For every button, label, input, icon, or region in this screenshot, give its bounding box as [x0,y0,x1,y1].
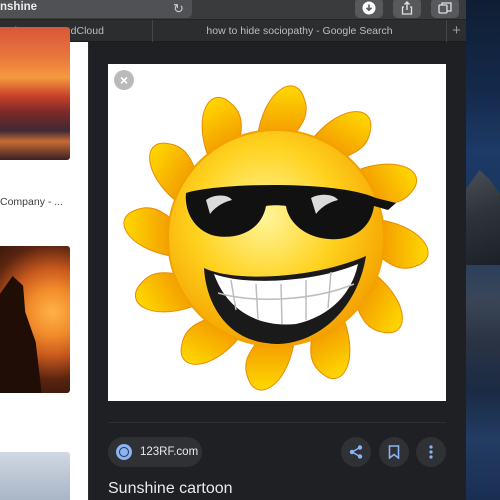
reload-icon[interactable]: ↻ [173,1,184,17]
divider [108,422,446,423]
result-title[interactable]: Sunshine cartoon [108,480,233,498]
save-button[interactable] [379,437,409,467]
source-label: 123RF.com [140,446,199,458]
close-preview-button[interactable]: × [114,70,134,90]
download-button[interactable] [355,0,383,18]
share-icon [401,1,413,15]
browser-toolbar: nshine ↻ [0,0,466,20]
bookmark-icon [388,445,400,459]
share-toolbar-button[interactable] [393,0,421,18]
tab-google-search[interactable]: how to hide sociopathy - Google Search [152,20,446,42]
address-text: nshine [0,1,38,13]
preview-image-sun-cartoon[interactable] [108,64,446,401]
address-bar[interactable]: nshine ↻ [0,0,192,18]
tabs-overview-icon [438,2,452,14]
sun-cartoon-illustration [123,85,429,391]
result-caption[interactable]: Company - ... [0,196,63,208]
source-chip[interactable]: 123RF.com [108,437,202,467]
globe-icon [116,444,132,460]
desktop-wallpaper [466,0,500,500]
download-icon [362,1,376,15]
tabs-overview-button[interactable] [431,0,459,18]
more-vertical-icon [429,445,433,459]
more-options-button[interactable] [416,437,446,467]
result-thumbnail-silhouette[interactable] [0,246,70,393]
result-thumbnail-sunset[interactable] [0,27,70,160]
share-icon [349,445,363,459]
tab-label: how to hide sociopathy - Google Search [206,25,393,37]
result-thumbnail[interactable] [0,452,70,500]
share-button[interactable] [341,437,371,467]
new-tab-button[interactable]: + [446,20,466,42]
